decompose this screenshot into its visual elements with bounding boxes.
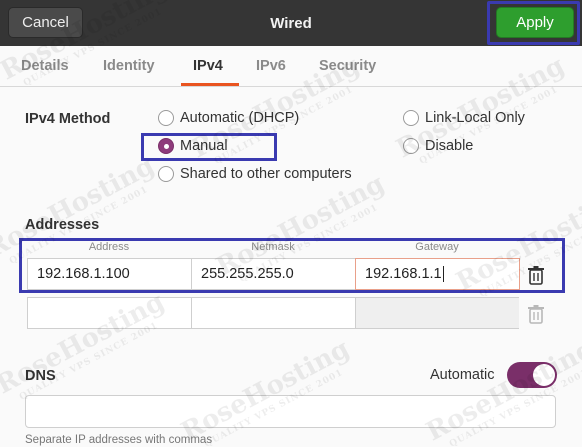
radio-disable-label: Disable <box>425 138 474 154</box>
addresses-label: Addresses <box>25 217 100 233</box>
radio-shared-label: Shared to other computers <box>180 166 352 182</box>
radio-disable[interactable]: Disable <box>403 138 473 154</box>
netmask-field-empty[interactable] <box>191 298 355 328</box>
toggle-knob <box>533 364 555 386</box>
radio-unchecked-icon[interactable] <box>158 166 174 182</box>
gateway-field-empty[interactable] <box>355 298 519 328</box>
radio-unchecked-icon[interactable] <box>403 110 419 126</box>
apply-button[interactable]: Apply <box>496 7 574 38</box>
manual-highlight-box <box>141 133 277 161</box>
radio-link-local-label: Link-Local Only <box>425 110 525 126</box>
radio-unchecked-icon[interactable] <box>403 138 419 154</box>
dns-automatic-label: Automatic <box>430 367 495 383</box>
dns-automatic-toggle[interactable] <box>507 362 557 388</box>
radio-automatic-label: Automatic (DHCP) <box>180 110 300 126</box>
address-field-empty[interactable] <box>28 298 192 328</box>
tab-ipv6[interactable]: IPv6 <box>256 46 286 86</box>
tab-details[interactable]: Details <box>21 46 69 86</box>
address-row-highlight-box <box>19 238 565 293</box>
tab-identity[interactable]: Identity <box>103 46 155 86</box>
radio-link-local[interactable]: Link-Local Only <box>403 110 525 126</box>
dns-hint-text: Separate IP addresses with commas <box>25 434 213 446</box>
rosehosting-watermark: RoseHostingQUALITY VPS SINCE 2001 <box>176 333 355 447</box>
tab-bar: Details Identity IPv4 IPv6 Security <box>0 46 582 87</box>
cancel-button[interactable]: Cancel <box>8 7 83 38</box>
header-bar: Cancel Wired Apply <box>0 0 582 46</box>
radio-unchecked-icon[interactable] <box>158 110 174 126</box>
tab-security[interactable]: Security <box>319 46 376 86</box>
active-tab-indicator <box>181 83 239 86</box>
radio-automatic-dhcp[interactable]: Automatic (DHCP) <box>158 110 299 126</box>
dns-label: DNS <box>25 368 56 384</box>
radio-shared[interactable]: Shared to other computers <box>158 166 352 182</box>
delete-trash-icon-disabled[interactable] <box>527 304 545 324</box>
dns-servers-input[interactable] <box>25 395 556 428</box>
tab-ipv4[interactable]: IPv4 <box>193 46 223 86</box>
ipv4-method-label: IPv4 Method <box>25 111 111 127</box>
address-row-empty <box>27 297 519 329</box>
rosehosting-watermark: RoseHostingQUALITY VPS SINCE 2001 <box>421 333 582 447</box>
